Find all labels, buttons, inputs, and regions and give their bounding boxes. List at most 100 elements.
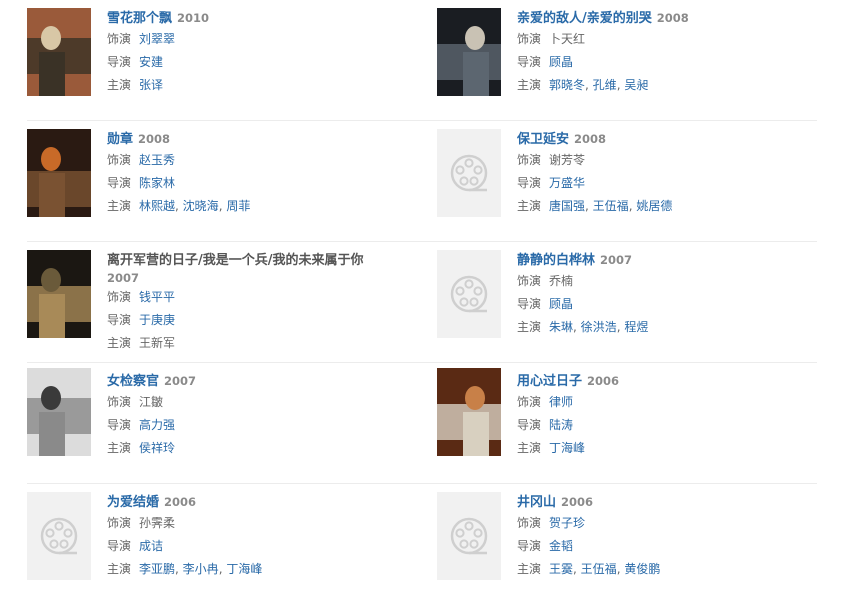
starring-line-label: 主演 xyxy=(107,441,132,455)
poster-placeholder[interactable] xyxy=(437,492,501,580)
film-title-link[interactable]: 静静的白桦林 xyxy=(517,253,595,268)
director-line-link[interactable]: 陈家林 xyxy=(139,176,175,190)
director-line-label: 导演 xyxy=(517,418,542,432)
starring-line-link[interactable]: 姚居德 xyxy=(636,199,672,213)
role-line-link[interactable]: 刘翠翠 xyxy=(139,32,175,46)
film-poster[interactable] xyxy=(27,368,91,456)
role-line-label: 饰演 xyxy=(517,274,542,288)
starring-line-link[interactable]: 黄俊鹏 xyxy=(624,562,660,576)
starring-line: 主演 李亚鹏, 李小冉, 丁海峰 xyxy=(107,558,417,581)
film-info: 为爱结婚 2006 饰演 孙霁柔 导演 成诘 主演 李亚鹏, 李小冉, 丁海峰 xyxy=(107,484,417,581)
director-line-link[interactable]: 金韬 xyxy=(549,539,573,553)
role-line-value: 孙霁柔 xyxy=(139,516,176,530)
starring-line-label: 主演 xyxy=(517,78,542,92)
role-line: 饰演 孙霁柔 xyxy=(107,512,417,535)
separator: , xyxy=(585,199,593,213)
director-line-label: 导演 xyxy=(517,539,542,553)
separator: , xyxy=(573,562,581,576)
poster-placeholder[interactable] xyxy=(27,492,91,580)
film-title-link[interactable]: 井冈山 xyxy=(517,495,556,510)
starring-line-link[interactable]: 吴昶 xyxy=(624,78,648,92)
role-line-value: 谢芳苓 xyxy=(549,153,586,167)
film-year: 2008 xyxy=(138,132,171,146)
film-poster[interactable] xyxy=(437,8,501,96)
starring-line-label: 主演 xyxy=(517,199,542,213)
film-item: 保卫延安 2008 饰演 谢芳苓 导演 万盛华 主演 唐国强, 王伍福, 姚居德 xyxy=(437,121,827,231)
director-line-link[interactable]: 万盛华 xyxy=(549,176,585,190)
role-line-label: 饰演 xyxy=(517,395,542,409)
film-info: 静静的白桦林 2007 饰演 乔楠 导演 顾晶 主演 朱琳, 徐洪浩, 程煜 xyxy=(517,242,827,339)
starring-line-link[interactable]: 丁海峰 xyxy=(549,441,585,455)
role-line: 饰演 乔楠 xyxy=(517,270,827,293)
film-item: 亲爱的敌人/亲爱的别哭 2008 饰演 卜天红 导演 顾晶 主演 郭晓冬, 孔维, 吴昶 xyxy=(437,0,827,110)
starring-line-link[interactable]: 王伍福 xyxy=(581,562,617,576)
film-title-link[interactable]: 亲爱的敌人/亲爱的别哭 xyxy=(517,11,652,26)
film-title-link[interactable]: 勋章 xyxy=(107,132,133,147)
role-line-link[interactable]: 贺子珍 xyxy=(549,516,585,530)
starring-line: 主演 丁海峰 xyxy=(517,437,827,460)
poster-placeholder[interactable] xyxy=(437,250,501,338)
director-line: 导演 顾晶 xyxy=(517,51,827,74)
starring-line-link[interactable]: 王霙 xyxy=(549,562,573,576)
film-row: 为爱结婚 2006 饰演 孙霁柔 导演 成诘 主演 李亚鹏, 李小冉, 丁海峰 井冈山 2006 饰… xyxy=(27,484,817,604)
film-title-link[interactable]: 离开军营的日子/我是一个兵/我的未来属于你 xyxy=(107,253,364,268)
starring-line-link[interactable]: 张译 xyxy=(139,78,163,92)
poster-placeholder[interactable] xyxy=(437,129,501,217)
role-line-link[interactable]: 律师 xyxy=(549,395,573,409)
role-line-label: 饰演 xyxy=(107,32,132,46)
film-title-link[interactable]: 用心过日子 xyxy=(517,374,582,389)
title-line: 离开军营的日子/我是一个兵/我的未来属于你 2007 xyxy=(107,251,417,286)
film-item: 离开军营的日子/我是一个兵/我的未来属于你 2007 饰演 钱平平 导演 于庚庚 主演 王新军 xyxy=(27,242,417,352)
film-title-link[interactable]: 女检察官 xyxy=(107,374,159,389)
starring-line: 主演 张译 xyxy=(107,74,417,97)
film-poster[interactable] xyxy=(27,129,91,217)
starring-line: 主演 林熙越, 沈晓海, 周菲 xyxy=(107,195,417,218)
film-item: 为爱结婚 2006 饰演 孙霁柔 导演 成诘 主演 李亚鹏, 李小冉, 丁海峰 xyxy=(27,484,417,594)
director-line: 导演 顾晶 xyxy=(517,293,827,316)
title-line: 井冈山 2006 xyxy=(517,493,827,512)
director-line-link[interactable]: 于庚庚 xyxy=(139,313,175,327)
role-line-label: 饰演 xyxy=(107,290,132,304)
starring-line-link[interactable]: 唐国强 xyxy=(549,199,585,213)
starring-line-link[interactable]: 朱琳 xyxy=(549,320,573,334)
title-line: 亲爱的敌人/亲爱的别哭 2008 xyxy=(517,9,827,28)
starring-line-link[interactable]: 李亚鹏 xyxy=(139,562,175,576)
director-line: 导演 陈家林 xyxy=(107,172,417,195)
film-info: 保卫延安 2008 饰演 谢芳苓 导演 万盛华 主演 唐国强, 王伍福, 姚居德 xyxy=(517,121,827,218)
starring-line-link[interactable]: 周菲 xyxy=(226,199,250,213)
role-line: 饰演 贺子珍 xyxy=(517,512,827,535)
role-line-link[interactable]: 赵玉秀 xyxy=(139,153,175,167)
film-year: 2008 xyxy=(574,132,607,146)
starring-line-link[interactable]: 程煜 xyxy=(624,320,648,334)
director-line-link[interactable]: 顾晶 xyxy=(549,297,573,311)
director-line-link[interactable]: 陆涛 xyxy=(549,418,573,432)
starring-line-link[interactable]: 丁海峰 xyxy=(226,562,262,576)
role-line-link[interactable]: 钱平平 xyxy=(139,290,175,304)
starring-line-link[interactable]: 李小冉 xyxy=(183,562,219,576)
starring-line-link[interactable]: 郭晓冬 xyxy=(549,78,585,92)
film-year: 2007 xyxy=(164,374,197,388)
film-title-link[interactable]: 保卫延安 xyxy=(517,132,569,147)
separator: , xyxy=(573,320,581,334)
film-poster[interactable] xyxy=(437,368,501,456)
film-year: 2010 xyxy=(177,11,210,25)
film-title-link[interactable]: 为爱结婚 xyxy=(107,495,159,510)
starring-line: 主演 王霙, 王伍福, 黄俊鹏 xyxy=(517,558,827,581)
starring-line-link[interactable]: 沈晓海 xyxy=(183,199,219,213)
director-line-link[interactable]: 顾晶 xyxy=(549,55,573,69)
director-line-link[interactable]: 安建 xyxy=(139,55,163,69)
starring-line-link[interactable]: 侯祥玲 xyxy=(139,441,175,455)
film-poster[interactable] xyxy=(27,8,91,96)
starring-line-link[interactable]: 王伍福 xyxy=(593,199,629,213)
title-line: 雪花那个飘 2010 xyxy=(107,9,417,28)
film-info: 雪花那个飘 2010 饰演 刘翠翠 导演 安建 主演 张译 xyxy=(107,0,417,97)
film-title-link[interactable]: 雪花那个飘 xyxy=(107,11,172,26)
starring-line-link[interactable]: 徐洪浩 xyxy=(581,320,617,334)
starring-line-link[interactable]: 孔维 xyxy=(593,78,617,92)
starring-line-link[interactable]: 林熙越 xyxy=(139,199,175,213)
director-line-link[interactable]: 成诘 xyxy=(139,539,163,553)
role-line: 饰演 江皺 xyxy=(107,391,417,414)
film-poster[interactable] xyxy=(27,250,91,338)
starring-line-label: 主演 xyxy=(107,199,132,213)
director-line-link[interactable]: 高力强 xyxy=(139,418,175,432)
